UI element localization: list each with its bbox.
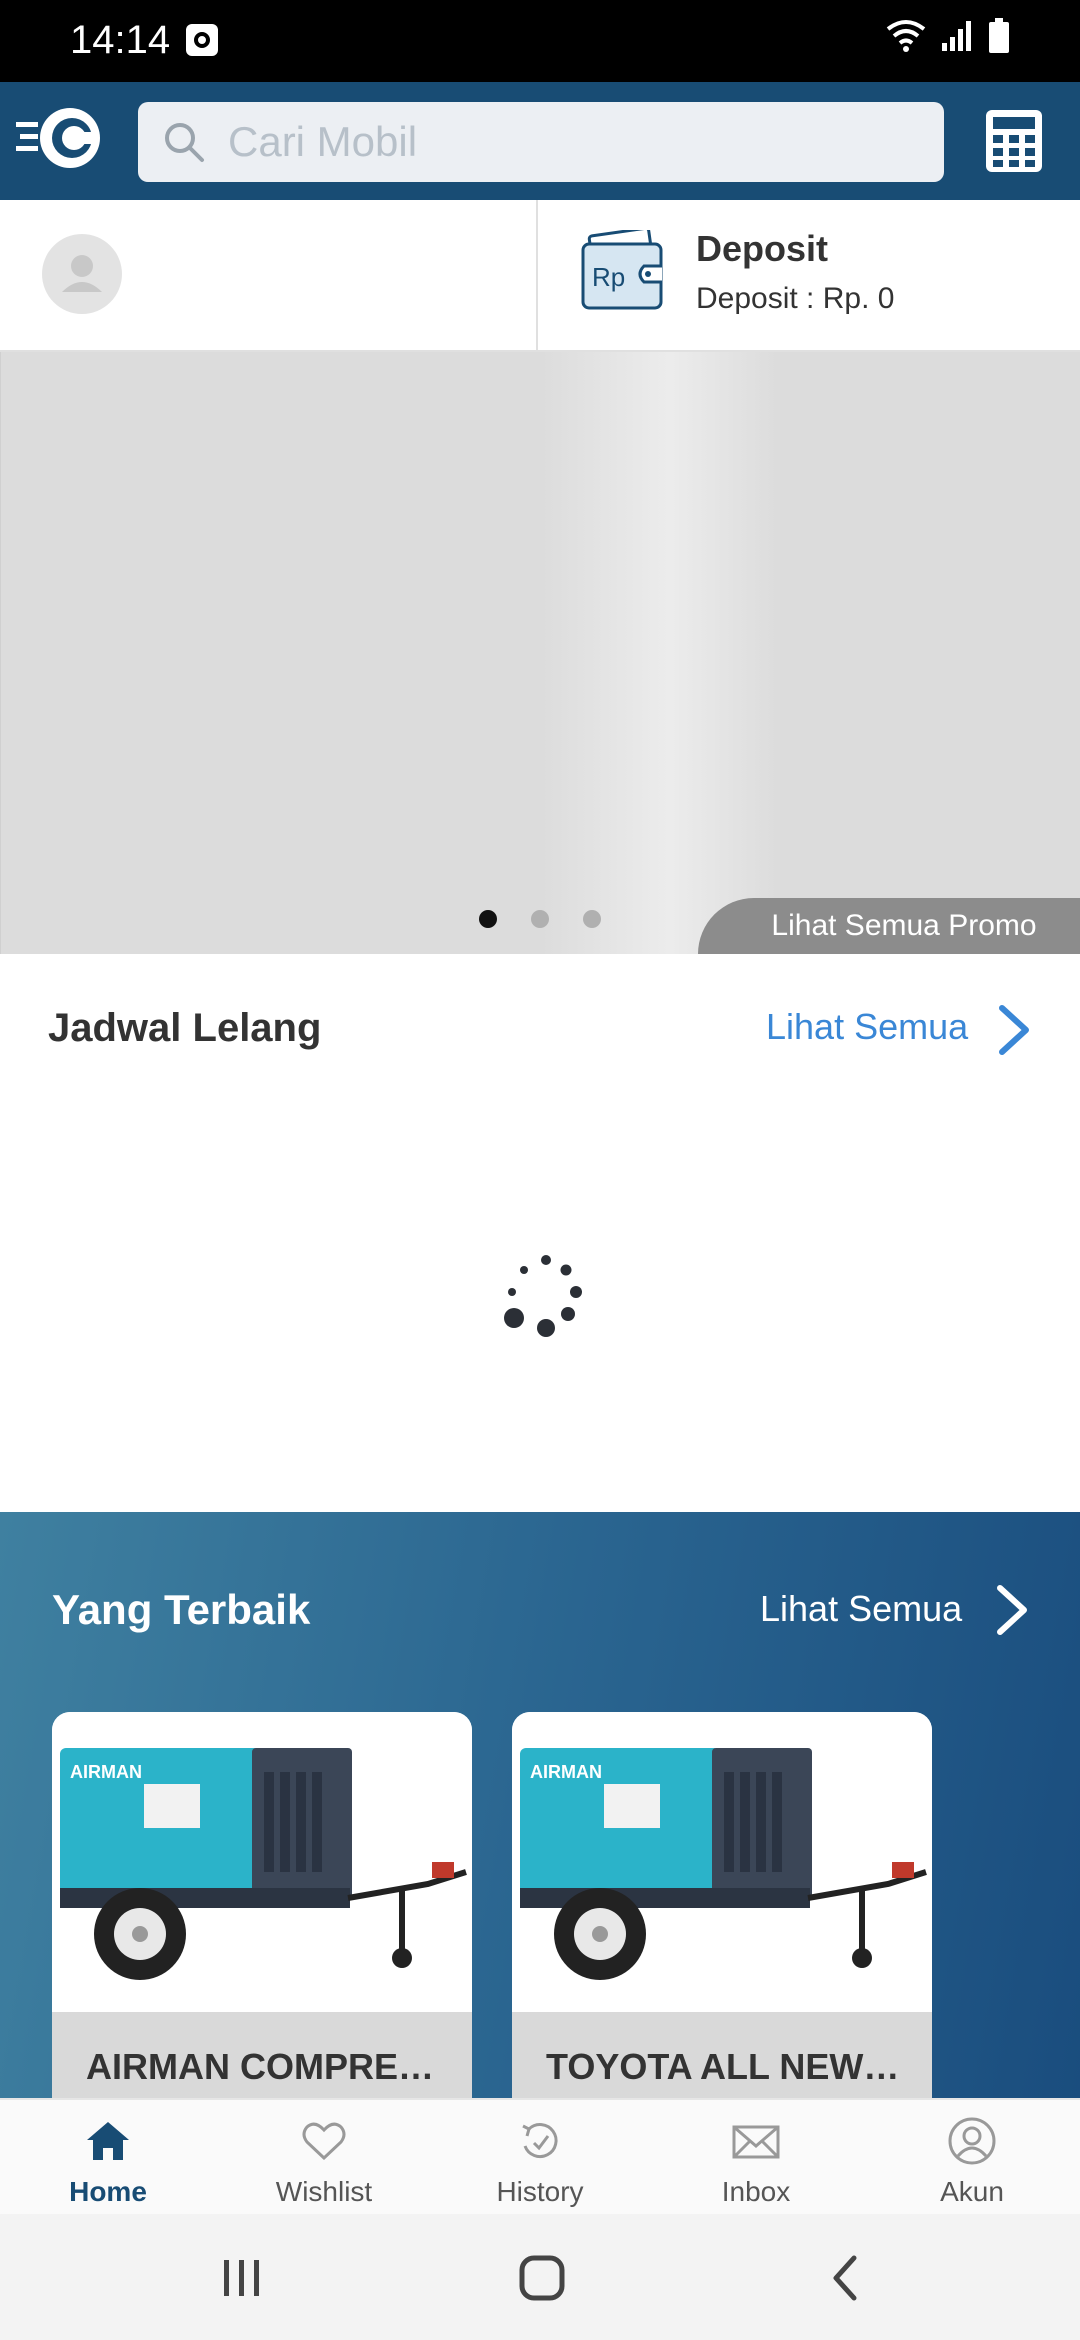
chevron-right-icon[interactable] [992,1582,1032,1638]
search-input[interactable] [228,102,928,182]
status-time: 14:14 [70,18,171,62]
mail-icon [732,2125,780,2159]
nav-wishlist[interactable]: Wishlist [216,2100,432,2216]
recent-apps-icon[interactable] [212,2250,272,2306]
deposit-cell[interactable]: Rp Deposit Deposit : Rp. 0 [540,200,1080,350]
account-summary: Rp Deposit Deposit : Rp. 0 [0,200,1080,352]
app-header [0,82,1080,200]
compressor-image: AIRMAN [52,1712,472,2012]
best-section-title: Yang Terbaik [52,1586,311,1633]
wallet-icon: Rp [581,230,663,310]
nav-label: History [496,2176,584,2207]
compressor-image: AIRMAN [512,1712,932,2012]
svg-text:AIRMAN: AIRMAN [70,1762,142,1782]
user-icon [948,2117,996,2165]
carousel-dot[interactable] [583,910,601,928]
carousel-dot[interactable] [479,910,497,928]
calculator-icon[interactable] [984,108,1044,174]
system-navigation-bar [0,2214,1080,2340]
product-card-title: AIRMAN COMPRE… [52,2012,472,2102]
heart-icon [302,2122,346,2161]
auction-schedule-title: Jadwal Lelang [48,1006,322,1050]
product-card[interactable]: AIRMAN AIRMAN COMPRE… [52,1712,472,2102]
nav-label: Akun [940,2176,1004,2207]
best-section: Yang Terbaik Lihat Semua AIRMAN AIRMAN C… [0,1512,1080,2102]
user-placeholder-icon [62,255,102,292]
back-icon[interactable] [816,2250,876,2306]
nav-inbox[interactable]: Inbox [648,2100,864,2216]
see-all-promo-button[interactable]: Lihat Semua Promo [698,898,1080,954]
nav-label: Inbox [721,2176,791,2207]
history-icon [522,2123,558,2159]
profile-cell[interactable] [0,200,538,350]
deposit-title: Deposit [696,228,829,269]
search-bar[interactable] [138,102,944,182]
status-icons [886,18,1010,54]
carousel-dot[interactable] [531,910,549,928]
auction-schedule-see-all[interactable]: Lihat Semua [766,1006,968,1048]
home-icon [87,2122,129,2160]
promo-banner[interactable]: Lihat Semua Promo [0,352,1080,954]
nav-home[interactable]: Home [0,2100,216,2216]
chevron-right-icon[interactable] [994,1002,1034,1058]
svg-text:Rp: Rp [592,262,625,292]
wifi-icon [886,20,926,52]
app-logo-icon[interactable] [14,102,104,174]
nav-account[interactable]: Akun [864,2100,1080,2216]
home-button-icon[interactable] [512,2250,572,2306]
carousel-dots [479,910,601,928]
bottom-navigation: Home Wishlist History Inbox Akun [0,2098,1080,2214]
search-icon [165,123,204,162]
deposit-balance: Deposit : Rp. 0 [696,282,895,315]
nav-label: Wishlist [275,2176,373,2207]
product-card-title: TOYOTA ALL NEW… [512,2012,932,2102]
svg-text:AIRMAN: AIRMAN [530,1762,602,1782]
alarm-clock-icon [186,24,218,56]
product-card[interactable]: AIRMAN TOYOTA ALL NEW… [512,1712,932,2102]
nav-history[interactable]: History [432,2100,648,2216]
battery-icon [989,18,1009,53]
loading-spinner-icon [504,1255,582,1337]
nav-label: Home [69,2176,147,2207]
status-bar: 14:14 [0,0,1080,82]
signal-icon [942,21,971,51]
avatar[interactable] [42,234,122,314]
best-see-all-link[interactable]: Lihat Semua [760,1588,962,1630]
